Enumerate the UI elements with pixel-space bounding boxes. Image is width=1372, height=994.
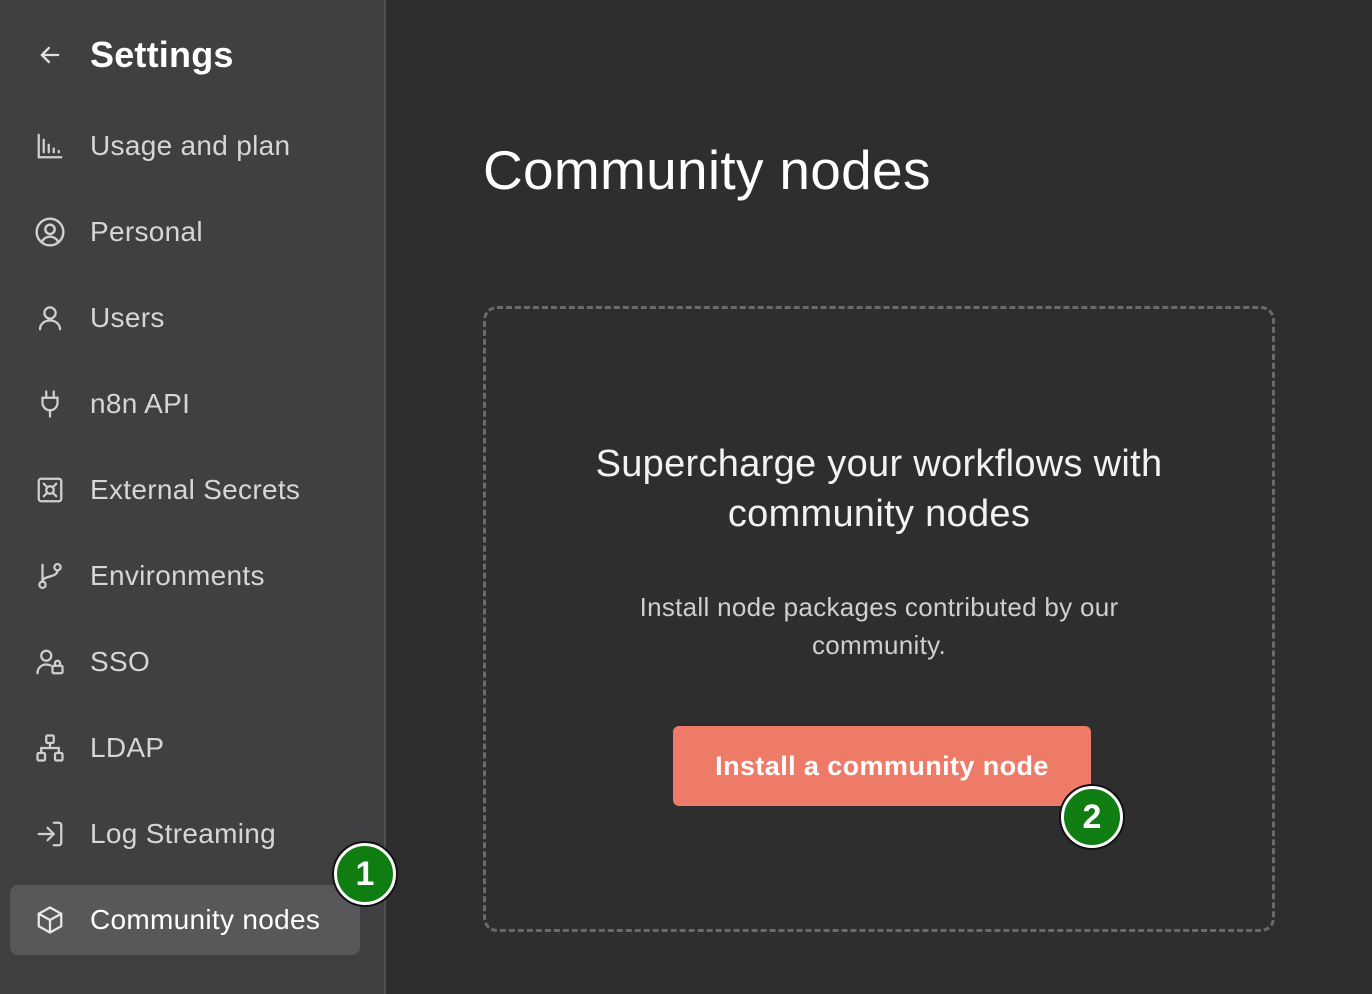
sidebar-item-label: Log Streaming	[90, 818, 277, 849]
user-icon	[33, 301, 67, 335]
user-lock-icon	[33, 645, 67, 679]
network-icon	[33, 731, 67, 765]
page-title: Community nodes	[483, 139, 931, 201]
install-community-node-button[interactable]: Install a community node	[673, 726, 1091, 806]
empty-state-card: Supercharge your workflows with communit…	[483, 306, 1275, 932]
sidebar-item-external-secrets[interactable]: External Secrets	[10, 455, 360, 525]
arrow-left-icon[interactable]	[34, 39, 66, 71]
sidebar-item-label: LDAP	[90, 732, 165, 763]
sidebar-item-label: Community nodes	[90, 904, 321, 935]
sidebar-item-usage-and-plan[interactable]: Usage and plan	[10, 111, 360, 181]
settings-sidebar: Settings Usage and plan Personal Users n…	[0, 0, 386, 994]
plug-icon	[33, 387, 67, 421]
step-marker-1: 1	[334, 843, 396, 905]
sidebar-header: Settings	[34, 30, 234, 80]
empty-state-heading: Supercharge your workflows with communit…	[595, 443, 1163, 535]
sidebar-item-label: External Secrets	[90, 474, 301, 505]
user-circle-icon	[33, 215, 67, 249]
sidebar-item-sso[interactable]: SSO	[10, 627, 360, 697]
sidebar-item-label: Environments	[90, 560, 265, 591]
sidebar-item-n8n-api[interactable]: n8n API	[10, 369, 360, 439]
sidebar-item-label: Personal	[90, 216, 203, 247]
sidebar-item-label: SSO	[90, 646, 151, 677]
sidebar-title: Settings	[90, 34, 234, 75]
sidebar-item-ldap[interactable]: LDAP	[10, 713, 360, 783]
sidebar-item-label: Usage and plan	[90, 130, 291, 161]
cube-icon	[33, 903, 67, 937]
vault-icon	[33, 473, 67, 507]
git-branch-icon	[33, 559, 67, 593]
empty-state-description: Install node packages contributed by our…	[639, 592, 1119, 660]
sidebar-item-log-streaming[interactable]: Log Streaming	[10, 799, 360, 869]
sidebar-item-label: n8n API	[90, 388, 191, 419]
chart-bar-icon	[33, 129, 67, 163]
sidebar-item-users[interactable]: Users	[10, 283, 360, 353]
step-marker-2: 2	[1061, 786, 1123, 848]
sidebar-item-community-nodes[interactable]: Community nodes	[10, 885, 360, 955]
sidebar-item-personal[interactable]: Personal	[10, 197, 360, 267]
sign-in-icon	[33, 817, 67, 851]
sidebar-item-environments[interactable]: Environments	[10, 541, 360, 611]
sidebar-item-label: Users	[90, 302, 165, 333]
